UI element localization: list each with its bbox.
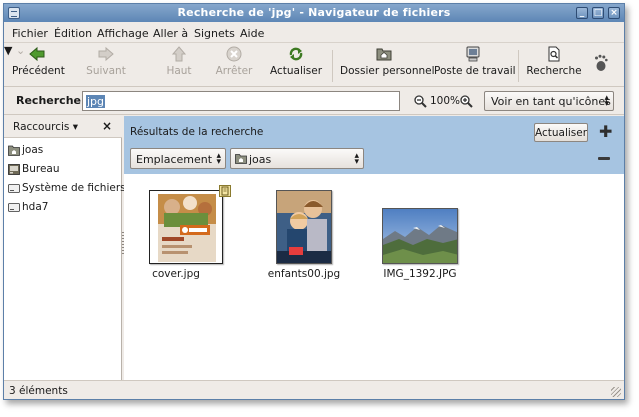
search-input[interactable]: jpg	[82, 91, 400, 111]
search-location-bar: Recherche jpg 100% Voir en tant qu'icône…	[4, 88, 624, 115]
menu-bar: Fichier Édition Affichage Aller à Signet…	[4, 23, 624, 43]
view-mode-select[interactable]: Voir en tant qu'icônes ▴ ▾	[484, 91, 614, 111]
stop-label: Arrêter	[215, 65, 253, 77]
sidebar-item-filesystem[interactable]: Système de fichiers	[8, 181, 126, 197]
sidebar: Raccourcis ▾ × joas Bureau Système de fi	[4, 116, 126, 380]
sidebar-item-hda7[interactable]: hda7	[8, 200, 120, 216]
toolbar: Précédent ▼ Suivant ⌄ Haut Arrêter Actua…	[4, 44, 624, 87]
menu-edition[interactable]: Édition	[54, 27, 92, 40]
view-mode-value: Voir en tant qu'icônes	[491, 95, 611, 108]
menu-signets[interactable]: Signets	[194, 27, 235, 40]
back-arrow-icon	[29, 46, 45, 62]
title-bar[interactable]: Recherche de 'jpg' - Navigateur de fichi…	[4, 4, 624, 22]
file-view: Résultats de la recherche Actualiser ✚ E…	[124, 116, 624, 380]
criterion-type-select[interactable]: Emplacement ▴ ▾	[130, 148, 226, 169]
desktop-icon	[8, 164, 20, 175]
add-criterion-icon[interactable]: ✚	[599, 122, 612, 141]
computer-icon	[466, 46, 480, 62]
minimize-button[interactable]: _	[576, 7, 588, 19]
search-results-panel: Résultats de la recherche Actualiser ✚ E…	[124, 116, 624, 174]
window-title: Recherche de 'jpg' - Navigateur de fichi…	[177, 6, 451, 19]
zoom-out-icon[interactable]	[414, 95, 427, 108]
sidebar-item-label: joas	[22, 144, 44, 156]
home-label: Dossier personnel	[340, 65, 435, 77]
zoom-in-icon[interactable]	[460, 95, 473, 108]
criterion-folder-select[interactable]: joas ▴ ▾	[230, 148, 364, 169]
search-button[interactable]: Recherche	[526, 46, 582, 84]
criterion-type-value: Emplacement	[136, 153, 213, 166]
home-folder-icon	[235, 154, 247, 164]
select-arrows-icon: ▴ ▾	[354, 151, 359, 167]
mountain-landscape-image	[383, 209, 457, 263]
back-label: Précédent	[12, 65, 65, 77]
file-thumbnail	[382, 208, 458, 264]
search-label: Recherche	[526, 65, 582, 77]
sidebar-header: Raccourcis ▾ ×	[4, 116, 122, 138]
reload-label: Actualiser	[270, 65, 323, 77]
stop-button[interactable]: Arrêter	[214, 46, 254, 84]
search-query-selected-text[interactable]: jpg	[86, 95, 106, 108]
file-name: IMG_1392.JPG	[383, 268, 457, 280]
zoom-level[interactable]: 100%	[430, 95, 460, 107]
close-button[interactable]: ×	[608, 7, 620, 19]
home-folder-icon	[8, 145, 20, 156]
toolbar-separator	[332, 50, 333, 82]
sidebar-item-label: hda7	[22, 201, 49, 213]
criterion-folder-value: joas	[249, 153, 272, 166]
home-folder-icon	[376, 48, 392, 61]
up-button[interactable]: Haut	[159, 46, 199, 84]
maximize-button[interactable]: □	[592, 7, 604, 19]
reload-icon	[289, 47, 303, 61]
select-arrows-icon: ▴ ▾	[604, 93, 609, 109]
file-name: enfants00.jpg	[267, 268, 341, 280]
menu-aide[interactable]: Aide	[240, 27, 264, 40]
refresh-search-label: Actualiser	[535, 127, 588, 139]
home-button[interactable]: Dossier personnel	[340, 46, 435, 84]
sidebar-item-joas[interactable]: joas	[8, 143, 120, 159]
file-name: cover.jpg	[152, 268, 200, 280]
reload-button[interactable]: Actualiser	[270, 46, 322, 84]
menu-aller[interactable]: Aller à	[153, 27, 188, 40]
search-field-label: Recherche	[16, 94, 81, 107]
remove-criterion-icon[interactable]	[598, 157, 610, 160]
forward-button[interactable]: Suivant	[84, 46, 128, 84]
stop-icon	[226, 46, 242, 62]
sidebar-item-bureau[interactable]: Bureau	[8, 162, 120, 178]
up-label: Haut	[166, 65, 192, 77]
forward-arrow-icon	[98, 46, 114, 62]
back-button[interactable]: Précédent	[12, 46, 65, 84]
item-count: 3 éléments	[9, 385, 68, 397]
search-results-title: Résultats de la recherche	[130, 126, 264, 138]
gnome-foot-icon	[594, 54, 608, 75]
close-sidebar-icon[interactable]: ×	[102, 119, 112, 133]
sidebar-type-selector[interactable]: Raccourcis ▾	[13, 121, 78, 133]
computer-label: Poste de travail	[434, 65, 516, 77]
forward-label: Suivant	[86, 65, 126, 77]
refresh-search-button[interactable]: Actualiser	[534, 123, 588, 142]
menu-affichage[interactable]: Affichage	[97, 27, 149, 40]
computer-button[interactable]: Poste de travail	[434, 46, 516, 84]
status-bar: 3 éléments	[4, 380, 624, 399]
toolbar-separator	[518, 50, 519, 82]
file-thumbnail	[149, 190, 223, 264]
file-browser-window: Recherche de 'jpg' - Navigateur de fichi…	[3, 3, 625, 400]
up-arrow-icon	[171, 46, 187, 62]
file-thumbnail	[276, 190, 332, 264]
emblem-icon	[219, 185, 231, 197]
children-photo-image	[277, 191, 331, 263]
ubuntu-book-cover-image	[158, 194, 216, 262]
search-document-icon	[548, 46, 560, 62]
window-resize-grip[interactable]	[611, 387, 621, 397]
sidebar-item-label: Système de fichiers	[22, 182, 126, 194]
select-arrows-icon: ▴ ▾	[216, 151, 221, 167]
drive-icon	[8, 184, 20, 193]
sidebar-item-label: Bureau	[22, 163, 60, 175]
drive-icon	[8, 203, 20, 212]
menu-fichier[interactable]: Fichier	[12, 27, 48, 40]
